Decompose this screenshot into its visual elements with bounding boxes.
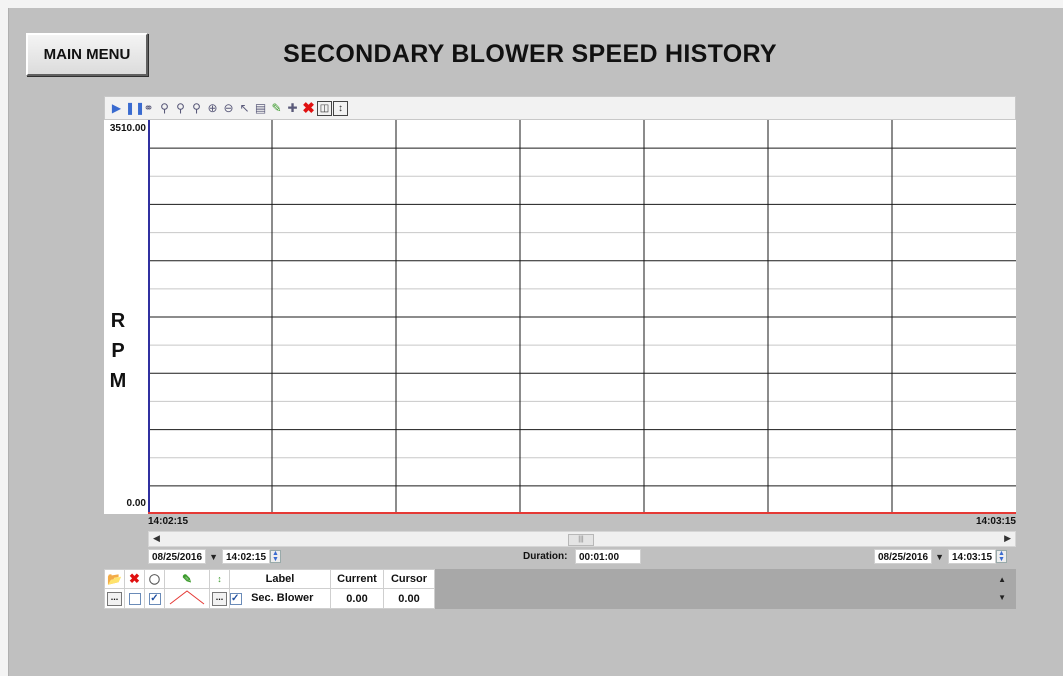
y-axis-title-letter: R: [110, 310, 126, 332]
zoom-in-icon[interactable]: ⊕: [205, 101, 220, 116]
end-time-picker: 08/25/2016 ▼ 14:03:15 ▲ ▼: [874, 549, 1008, 564]
time-scrollbar[interactable]: ◀ ||| ▶: [148, 531, 1016, 547]
pen-select-checkbox[interactable]: [128, 592, 141, 605]
trend-chart: [148, 120, 1016, 514]
edit-pen-icon[interactable]: ✎: [269, 101, 284, 116]
chevron-down-icon[interactable]: ▼: [935, 552, 944, 562]
zoom-area-icon[interactable]: ⚲: [157, 101, 172, 116]
page-title: SECONDARY BLOWER SPEED HISTORY: [283, 40, 777, 68]
end-time-field[interactable]: 14:03:15: [947, 549, 997, 564]
pen-config-cell: ...: [209, 588, 230, 609]
y-axis-min-label: 0.00: [126, 498, 146, 509]
start-date-field[interactable]: 08/25/2016: [148, 549, 207, 564]
y-axis-title-letter: P: [111, 340, 125, 362]
pen-cursor-value: 0.00: [383, 588, 435, 609]
move-icon[interactable]: ✚: [285, 101, 300, 116]
pen-enabled-checkbox[interactable]: ✓: [230, 592, 242, 605]
end-time-spinner-icon[interactable]: ▲ ▼: [996, 550, 1008, 563]
zoom-time-icon[interactable]: ⚲: [173, 101, 188, 116]
duration-label: Duration:: [523, 551, 568, 562]
zoom-out-icon[interactable]: ⊖: [221, 101, 236, 116]
scroll-right-icon[interactable]: ▶: [1004, 533, 1011, 544]
end-date-field[interactable]: 08/25/2016: [874, 549, 933, 564]
start-time-field[interactable]: 14:02:15: [221, 549, 271, 564]
chevron-down-icon[interactable]: ▼: [209, 552, 218, 562]
remove-pen-icon[interactable]: ✖: [124, 569, 145, 589]
time-axis: 14:02:15 14:03:15: [148, 514, 1016, 532]
y-axis-title-letter: M: [109, 370, 127, 392]
pen-config-button[interactable]: ...: [212, 591, 227, 606]
pen-label: Sec. Blower: [251, 592, 314, 605]
cursor-column-header[interactable]: Cursor: [383, 569, 435, 589]
main-menu-button[interactable]: MAIN MENU: [26, 33, 148, 76]
table-icon[interactable]: ▤: [253, 101, 268, 116]
pen-visible-cell: ✓: [144, 588, 165, 609]
table-scroll-up-icon[interactable]: ▲: [998, 575, 1006, 584]
trend-toolbar: ▶ ❚❚ ⚭ ⚲ ⚲ ⚲ ⊕ ⊖ ↖ ▤ ✎ ✚ ✖ ◫ ↕: [104, 96, 1016, 120]
open-folder-icon[interactable]: 📂: [104, 569, 125, 589]
pen-style-column-icon[interactable]: ✎: [164, 569, 210, 589]
link-icon[interactable]: ⚭: [141, 101, 156, 116]
unzoom-icon[interactable]: ↖: [237, 101, 252, 116]
pen-legend-table: 📂 ✖ ◯ ✎ ↕ Label Current Cursor ... ✓ ...…: [104, 569, 1016, 609]
scroll-thumb[interactable]: |||: [568, 534, 594, 546]
label-column-header[interactable]: Label: [229, 569, 331, 589]
pen-current-value: 0.00: [330, 588, 384, 609]
fit-icon[interactable]: ↕: [333, 100, 348, 116]
start-time-picker: 08/25/2016 ▼ 14:02:15 ▲ ▼: [148, 549, 282, 564]
visibility-column-icon[interactable]: ◯: [144, 569, 165, 589]
time-axis-end-label: 14:03:15: [975, 516, 1016, 527]
pen-line-preview-icon: [169, 590, 205, 605]
pen-style-cell[interactable]: [164, 588, 210, 609]
y-axis-title: R P M: [106, 306, 130, 396]
scroll-left-icon[interactable]: ◀: [153, 533, 160, 544]
pen-options-cell: ...: [104, 588, 125, 609]
duration-field[interactable]: 00:01:00: [575, 549, 641, 564]
table-row[interactable]: ... ✓ ... ✓ Sec. Blower 0.00 0.00: [104, 588, 435, 609]
delete-icon[interactable]: ✖: [301, 101, 316, 116]
play-icon[interactable]: ▶: [109, 101, 124, 116]
start-time-spinner-icon[interactable]: ▲ ▼: [270, 550, 282, 563]
layout-icon[interactable]: ◫: [317, 100, 332, 116]
pen-options-button[interactable]: ...: [107, 591, 122, 606]
table-scroll-down-icon[interactable]: ▼: [998, 593, 1006, 602]
pen-visible-checkbox[interactable]: ✓: [148, 592, 161, 605]
pen-label-cell: ✓ Sec. Blower: [229, 588, 331, 609]
pen-select-cell: [124, 588, 145, 609]
time-axis-start-label: 14:02:15: [148, 516, 189, 527]
window-frame-left: [0, 0, 8, 676]
current-column-header[interactable]: Current: [330, 569, 384, 589]
window-frame-top: [0, 0, 1063, 8]
window-frame-divider: [8, 8, 9, 676]
y-axis-max-label: 3510.00: [109, 123, 146, 134]
zoom-value-icon[interactable]: ⚲: [189, 101, 204, 116]
pen-table-header-row: 📂 ✖ ◯ ✎ ↕ Label Current Cursor: [104, 569, 435, 589]
time-range-bar: 08/25/2016 ▼ 14:02:15 ▲ ▼ Duration: 00:01…: [148, 549, 1016, 567]
pause-icon[interactable]: ❚❚: [125, 101, 145, 116]
sort-column-icon[interactable]: ↕: [209, 569, 230, 589]
